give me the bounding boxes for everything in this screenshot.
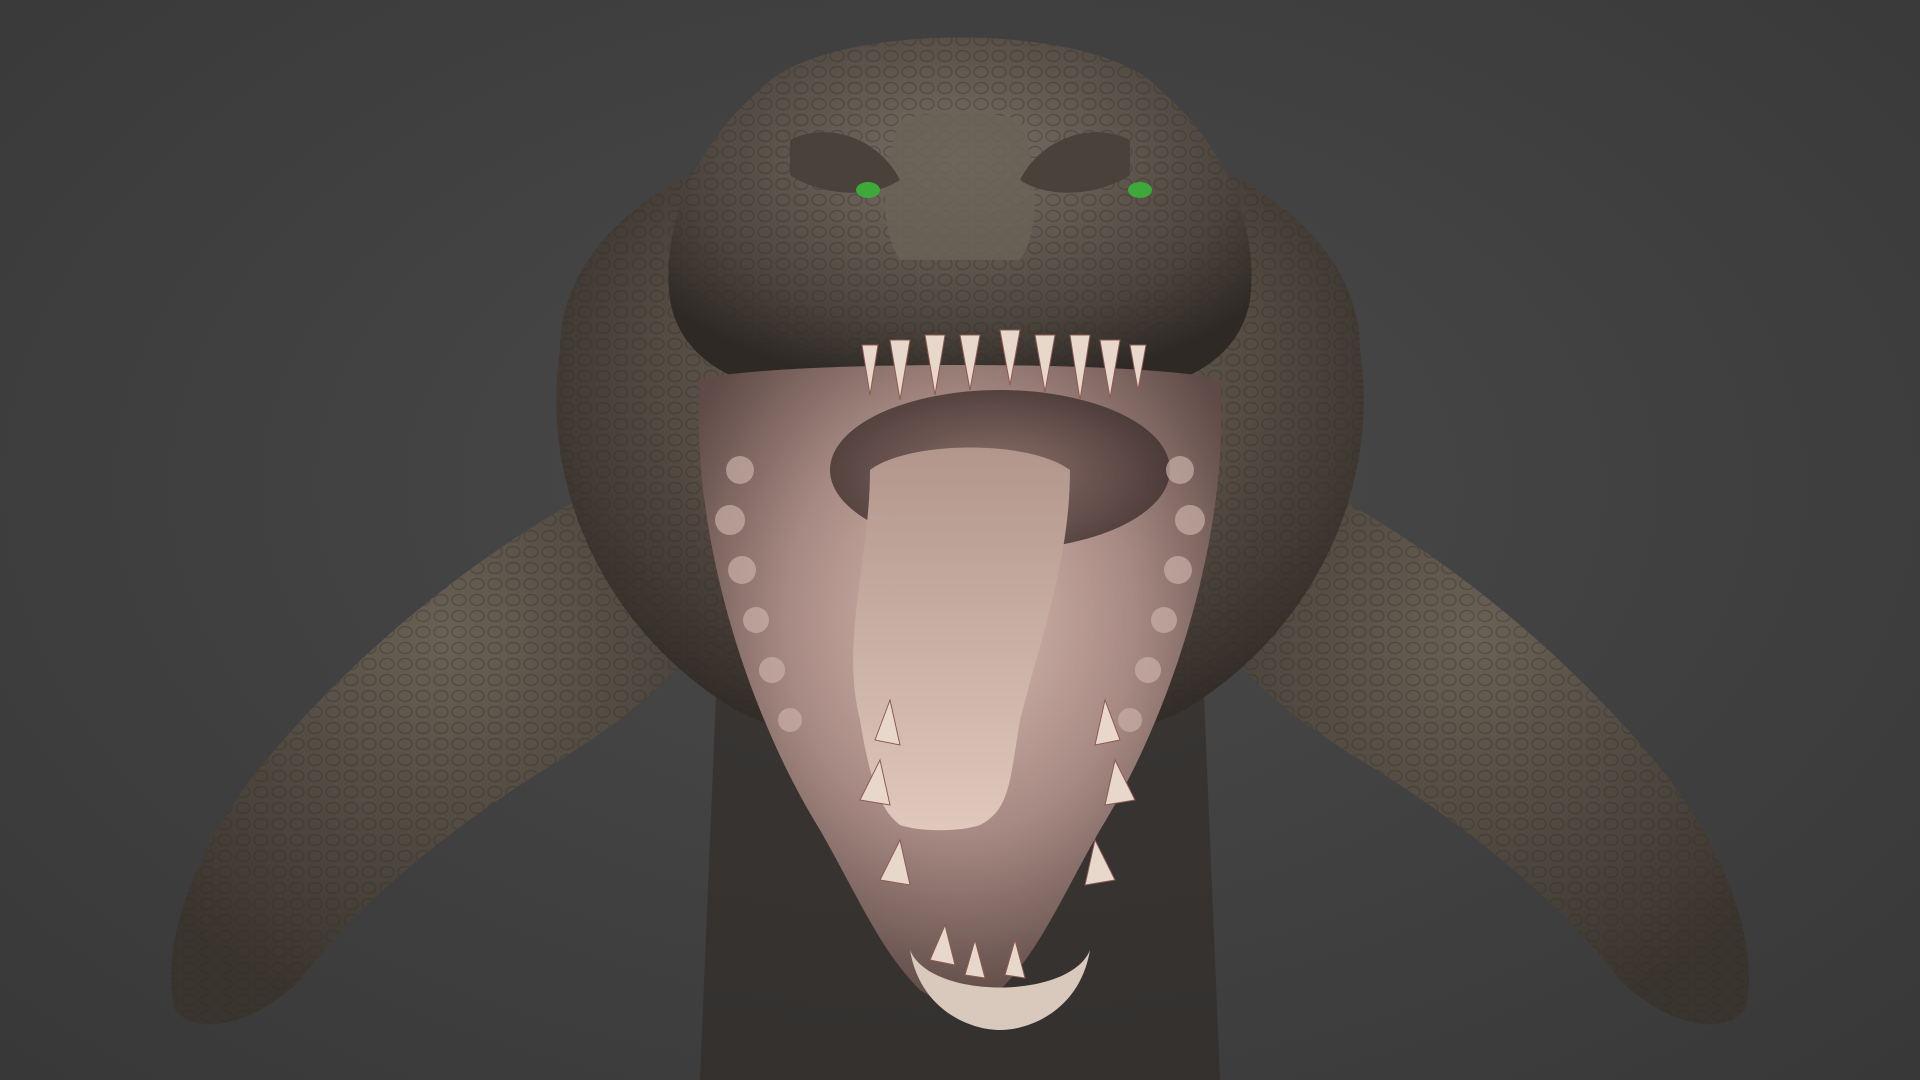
right-eye: [1128, 182, 1152, 198]
left-eye: [856, 182, 880, 198]
dinosaur-sculpt-render: [171, 37, 1749, 1080]
render-viewport: [0, 0, 1920, 1080]
